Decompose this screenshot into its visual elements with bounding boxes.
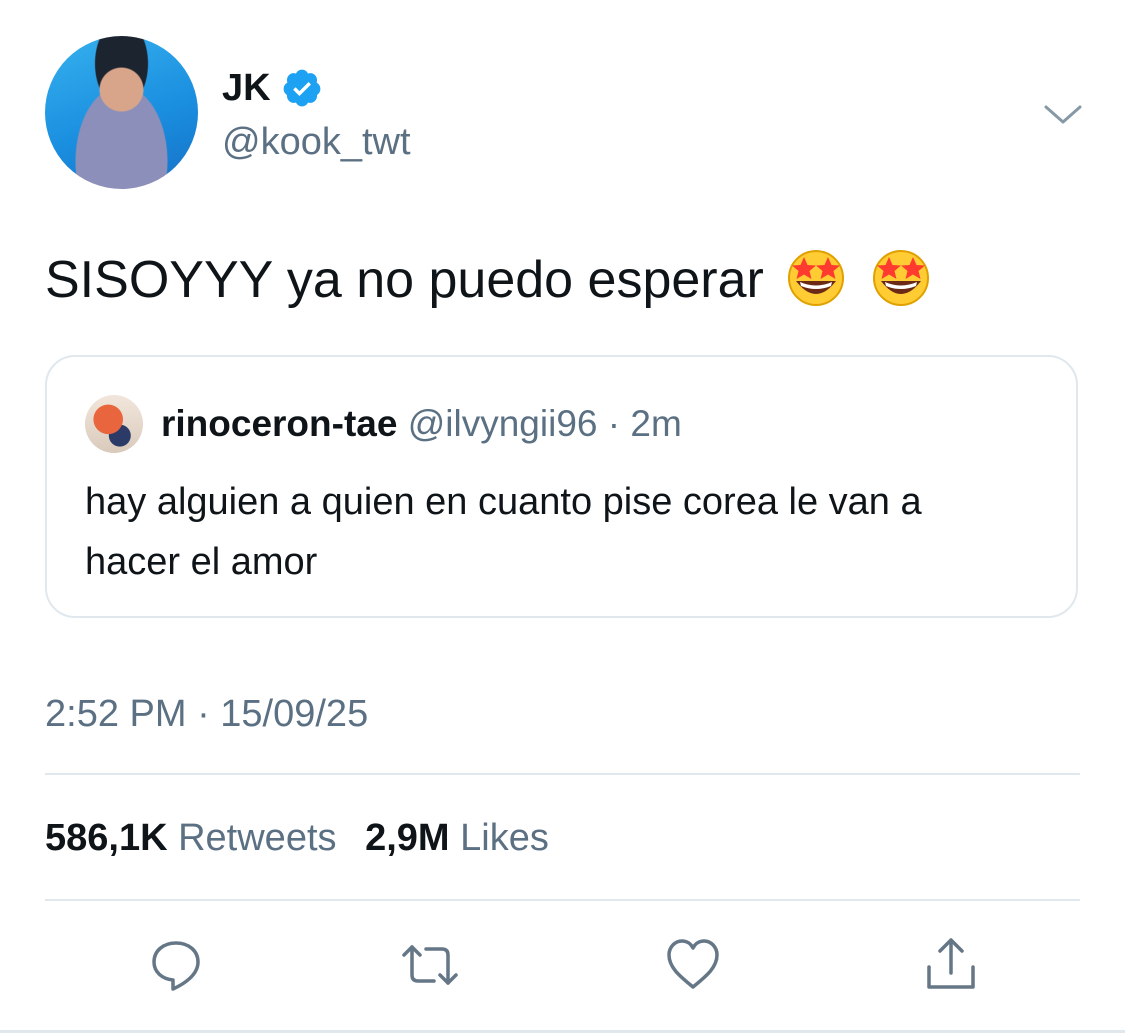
author-name: JK [222,67,271,109]
quoted-author-handle: @ilvyngii96 [407,403,598,444]
star-struck-emoji-icon [788,250,845,306]
quoted-author-avatar [85,395,143,453]
chevron-down-icon[interactable] [1042,98,1084,130]
quoted-tweet-header: rinoceron-tae @ilvyngii96 · 2m [161,395,682,453]
author-name-row[interactable]: JK [222,64,323,112]
author-handle[interactable]: @kook_twt [222,118,411,166]
retweets-count[interactable]: 586,1K [45,817,168,859]
quoted-tweet-card[interactable]: rinoceron-tae @ilvyngii96 · 2m hay algui… [45,355,1078,618]
quoted-time: 2m [630,403,682,444]
author-avatar[interactable] [45,36,198,189]
like-button[interactable] [663,935,723,995]
quoted-author-name: rinoceron-tae [161,403,398,444]
divider [45,773,1080,775]
retweets-label[interactable]: Retweets [178,817,336,859]
divider [45,899,1080,901]
likes-count[interactable]: 2,9M [365,817,449,859]
retweet-button[interactable] [400,935,460,995]
share-icon [927,938,975,989]
likes-label[interactable]: Likes [460,817,549,859]
like-icon [667,939,719,989]
reply-icon [152,941,200,991]
tweet-text: SISOYYY ya no puedo esperar [45,245,933,313]
reply-button[interactable] [146,935,206,995]
quoted-tweet-text: hay alguien a quien en cuanto pise corea… [85,481,922,583]
star-struck-emoji-icon [872,250,929,306]
verified-badge-icon [283,69,320,107]
retweet-icon [402,945,458,985]
quoted-separator: · [607,403,621,444]
action-bar [0,935,1125,995]
engagement-stats: 586,1K Retweets 2,9M Likes [45,812,567,864]
tweet-timestamp[interactable]: 2:52 PM · 15/09/25 [45,690,368,738]
tweet-body: SISOYYY ya no puedo esperar [45,251,764,309]
share-button[interactable] [921,935,981,995]
